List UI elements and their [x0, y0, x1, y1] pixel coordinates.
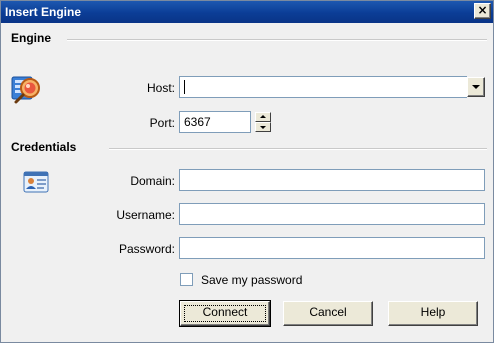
host-dropdown-button[interactable]: [467, 77, 485, 97]
engine-section-divider: [67, 39, 487, 41]
password-label: Password:: [118, 242, 175, 256]
close-button[interactable]: ×: [474, 3, 491, 19]
password-input[interactable]: [179, 237, 485, 259]
text-caret: [184, 80, 185, 94]
arrow-down-icon: [260, 126, 266, 129]
port-stepper[interactable]: [255, 112, 271, 132]
id-card-icon: [23, 171, 49, 193]
help-button[interactable]: Help: [388, 301, 478, 326]
port-input[interactable]: [179, 111, 251, 133]
title-bar[interactable]: Insert Engine ×: [1, 1, 493, 23]
chevron-down-icon: [472, 85, 480, 89]
port-increment-button[interactable]: [255, 112, 271, 122]
domain-input[interactable]: [179, 169, 485, 191]
username-input[interactable]: [179, 203, 485, 225]
save-password-checkbox[interactable]: [180, 273, 193, 286]
domain-label: Domain:: [130, 174, 175, 188]
port-label: Port:: [149, 116, 175, 130]
host-input[interactable]: [179, 76, 467, 98]
insert-engine-dialog: Insert Engine × Engine Host: Port: Crede…: [0, 0, 494, 343]
close-icon: ×: [477, 3, 488, 17]
credentials-section-divider: [109, 148, 487, 150]
credentials-section-title: Credentials: [11, 140, 77, 154]
window-title: Insert Engine: [5, 5, 82, 19]
help-button-label: Help: [420, 305, 446, 319]
port-decrement-button[interactable]: [255, 122, 271, 132]
focus-rectangle: [184, 305, 266, 322]
connect-button[interactable]: Connect: [179, 300, 271, 327]
username-label: Username:: [116, 208, 175, 222]
cancel-button-label: Cancel: [309, 305, 347, 319]
engine-search-icon: [11, 76, 40, 104]
engine-section-title: Engine: [11, 31, 52, 45]
cancel-button[interactable]: Cancel: [283, 301, 373, 326]
host-label: Host:: [146, 81, 175, 95]
save-password-label[interactable]: Save my password: [201, 273, 302, 287]
arrow-up-icon: [260, 115, 266, 118]
